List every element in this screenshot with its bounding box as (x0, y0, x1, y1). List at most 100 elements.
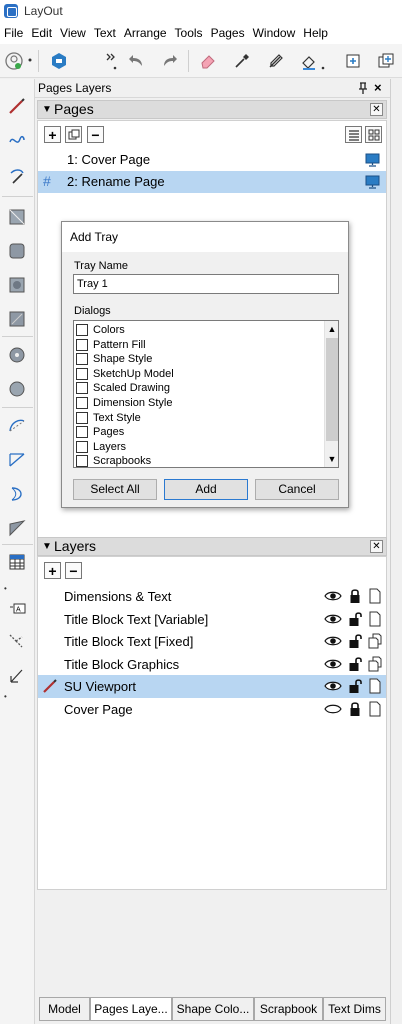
lock-icon[interactable] (348, 588, 362, 604)
list-view-button[interactable] (345, 126, 362, 143)
fill-style-dropdown-icon[interactable] (318, 50, 328, 72)
menu-help[interactable]: Help (299, 22, 332, 44)
rectangle-tool-icon[interactable] (6, 206, 28, 228)
label-tool-icon[interactable] (6, 631, 28, 653)
dialog-checkbox-item[interactable]: Scrapbooks (76, 454, 151, 468)
circle-tool-icon[interactable] (6, 274, 28, 296)
monitor-icon[interactable] (365, 175, 380, 189)
two-point-arc-icon[interactable] (6, 449, 28, 471)
page-layer-icon[interactable] (368, 588, 382, 604)
dialog-checkbox-item[interactable]: Dimension Style (76, 396, 172, 410)
style-pen-icon[interactable] (265, 50, 287, 72)
checkbox[interactable] (76, 367, 88, 380)
lozenge-tool-icon[interactable] (6, 308, 28, 330)
menu-arrange[interactable]: Arrange (120, 22, 171, 44)
menu-window[interactable]: Window (249, 22, 300, 44)
rail-expand-icon[interactable]: • (4, 693, 8, 701)
dialog-checkbox-item[interactable]: Pattern Fill (76, 338, 146, 352)
eraser-icon[interactable] (197, 50, 219, 72)
shared-layer-icon[interactable] (368, 656, 382, 672)
layers-section-header[interactable]: ▼ Layers ✕ (37, 537, 387, 556)
menu-edit[interactable]: Edit (27, 22, 56, 44)
eye-icon[interactable] (324, 635, 342, 647)
remove-layer-button[interactable]: − (65, 562, 82, 579)
add-button[interactable]: Add (164, 479, 248, 500)
menu-pages[interactable]: Pages (207, 22, 249, 44)
dialog-checkbox-item[interactable]: Colors (76, 323, 125, 337)
eye-icon[interactable] (324, 613, 342, 625)
cancel-button[interactable]: Cancel (255, 479, 339, 500)
page-row-selected[interactable]: # 2: Rename Page (38, 171, 386, 193)
unlock-icon[interactable] (348, 611, 362, 627)
arc-tool-icon[interactable] (6, 415, 28, 437)
pages-close-icon[interactable]: ✕ (370, 103, 383, 116)
pin-icon[interactable] (357, 81, 369, 95)
dialog-checkbox-item[interactable]: Text Style (76, 411, 141, 425)
shared-layer-icon[interactable] (368, 633, 382, 649)
dialog-checkbox-item[interactable]: SketchUp Model (76, 367, 174, 381)
eye-icon[interactable] (324, 590, 342, 602)
checkbox[interactable] (76, 353, 88, 366)
text-tool-icon[interactable]: A (6, 597, 28, 619)
undo-icon[interactable] (126, 50, 148, 72)
layers-close-icon[interactable]: ✕ (370, 540, 383, 553)
duplicate-page-button[interactable] (65, 126, 82, 143)
line-tool-icon[interactable] (6, 95, 28, 117)
layer-row-selected[interactable]: SU Viewport (38, 675, 386, 699)
tab-scrapbook[interactable]: Scrapbook (254, 997, 323, 1021)
pages-section-header[interactable]: ▼ Pages ✕ (37, 100, 387, 119)
eye-icon[interactable] (324, 658, 342, 670)
grid-view-button[interactable] (365, 126, 382, 143)
collapse-arrow-icon[interactable]: ▼ (42, 102, 52, 118)
scroll-down-icon[interactable]: ▼ (325, 451, 339, 467)
account-icon[interactable] (3, 50, 25, 72)
page-row[interactable]: 1: Cover Page (38, 149, 386, 171)
add-page-button[interactable]: + (44, 126, 61, 143)
scroll-up-icon[interactable]: ▲ (325, 321, 339, 337)
pie-tool-icon[interactable] (6, 517, 28, 539)
tab-text-dims[interactable]: Text Dims (323, 997, 386, 1021)
menu-text[interactable]: Text (90, 22, 120, 44)
menu-file[interactable]: File (0, 22, 27, 44)
tab-model[interactable]: Model (39, 997, 90, 1021)
scroll-thumb[interactable] (326, 338, 338, 441)
sketchup-insert-icon[interactable] (48, 50, 70, 72)
checkbox[interactable] (76, 382, 88, 395)
menu-view[interactable]: View (56, 22, 90, 44)
checkbox[interactable] (76, 324, 88, 336)
unlock-icon[interactable] (348, 656, 362, 672)
add-page-icon[interactable] (342, 50, 364, 72)
unlock-icon[interactable] (348, 633, 362, 649)
dialog-checkbox-item[interactable]: Scaled Drawing (76, 381, 170, 395)
layer-row[interactable]: Title Block Graphics (38, 653, 386, 676)
fill-style-icon[interactable] (298, 50, 320, 72)
lock-icon[interactable] (348, 701, 362, 717)
trays-close-icon[interactable]: × (374, 81, 386, 95)
page-layer-icon[interactable] (368, 678, 382, 694)
checkbox[interactable] (76, 455, 88, 468)
rail-expand-icon[interactable]: • (4, 585, 8, 593)
polygon-tool-icon[interactable] (6, 378, 28, 400)
monitor-icon[interactable] (365, 153, 380, 167)
collapse-arrow-icon[interactable]: ▼ (42, 539, 52, 555)
tray-name-input[interactable] (73, 274, 339, 294)
dialog-checkbox-item[interactable]: Shape Style (76, 352, 152, 366)
checkbox[interactable] (76, 426, 88, 439)
tab-shape-color[interactable]: Shape Colo... (172, 997, 254, 1021)
unlock-icon[interactable] (348, 678, 362, 694)
checkbox[interactable] (76, 397, 88, 409)
menu-tools[interactable]: Tools (171, 22, 207, 44)
eye-icon[interactable] (324, 680, 342, 692)
account-dropdown-icon[interactable] (25, 50, 35, 72)
checkbox[interactable] (76, 338, 88, 351)
page-layer-icon[interactable] (368, 611, 382, 627)
layer-row[interactable]: Title Block Text [Fixed] (38, 630, 386, 653)
remove-page-button[interactable]: − (87, 126, 104, 143)
duplicate-page-icon[interactable] (375, 50, 397, 72)
table-tool-icon[interactable] (6, 551, 28, 573)
ellipse-tool-icon[interactable] (6, 344, 28, 366)
select-tool-icon[interactable] (6, 166, 28, 188)
three-point-arc-icon[interactable] (6, 483, 28, 505)
eye-hidden-icon[interactable] (324, 703, 342, 715)
eyedropper-icon[interactable] (231, 50, 253, 72)
